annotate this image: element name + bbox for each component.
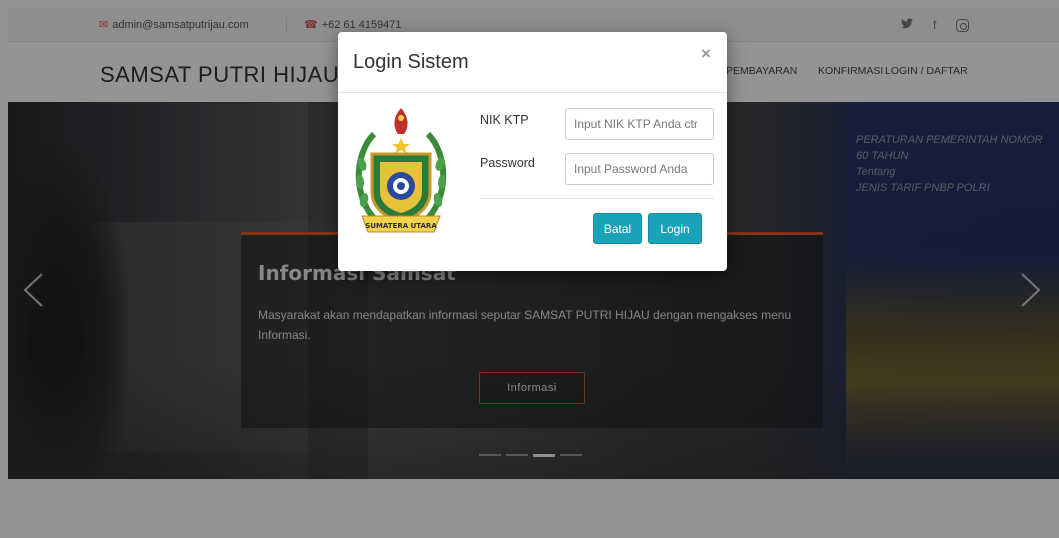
form-divider — [480, 198, 714, 199]
login-button[interactable]: Login — [648, 213, 702, 244]
login-modal: Login Sistem × SUMATERA UTARA NIK KTP In… — [338, 32, 727, 271]
password-label: Password — [480, 156, 535, 170]
password-input[interactable] — [565, 153, 714, 185]
page: ✉ admin@samsatputrijau.com ☎ +62 61 4159… — [0, 0, 1059, 538]
nik-label: NIK KTP — [480, 113, 529, 127]
logo-ribbon-text: SUMATERA UTARA — [365, 222, 437, 230]
nik-input[interactable] — [565, 108, 714, 140]
modal-title: Login Sistem — [353, 51, 469, 73]
cancel-button[interactable]: Batal — [593, 213, 642, 244]
modal-header: Login Sistem × — [338, 32, 727, 93]
close-icon[interactable]: × — [701, 45, 711, 62]
sumatera-utara-emblem-logo: SUMATERA UTARA — [348, 104, 454, 240]
